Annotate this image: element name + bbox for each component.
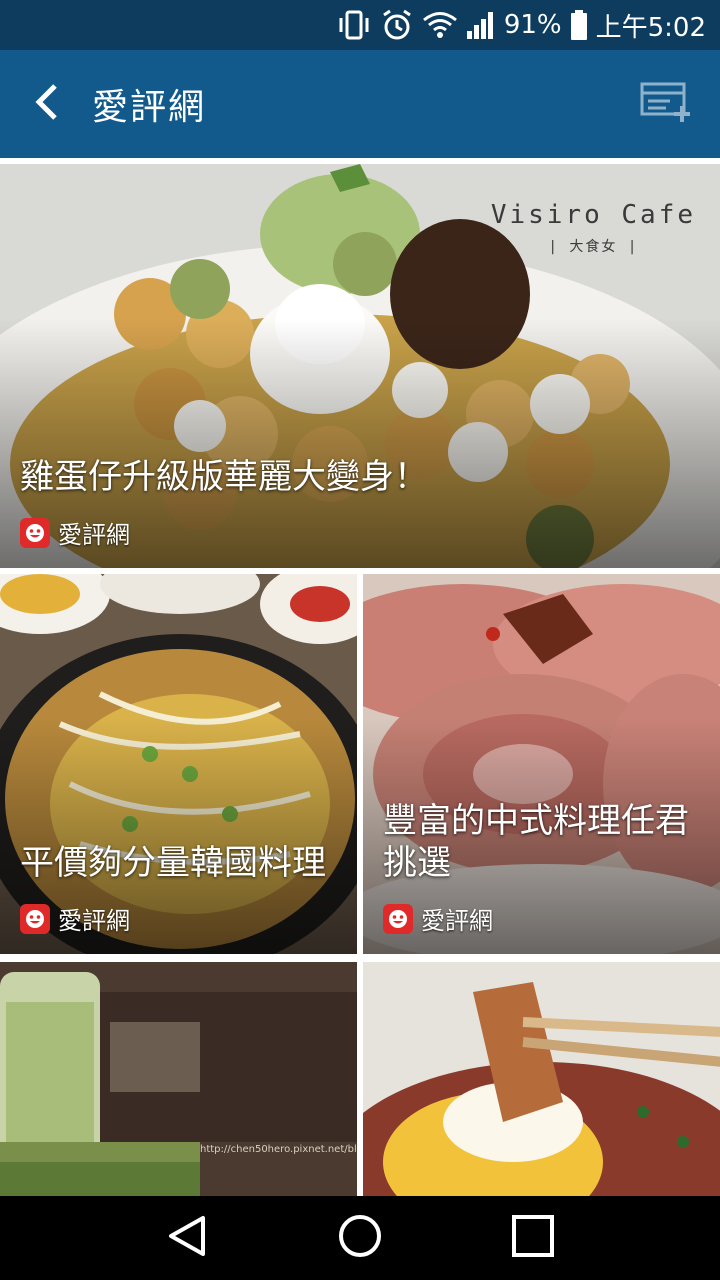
image-watermark: Visiro Cafe | 大食女 | xyxy=(490,200,696,255)
source-name: 愛評網 xyxy=(421,907,493,935)
svg-text:http://chen50hero.pixnet.net/b: http://chen50hero.pixnet.net/blog xyxy=(200,1144,357,1155)
source-name: 愛評網 xyxy=(58,521,130,549)
alarm-icon xyxy=(380,9,414,41)
system-nav-bar xyxy=(0,1196,720,1280)
back-button[interactable] xyxy=(0,50,92,158)
recents-square-icon xyxy=(511,1214,555,1262)
back-arrow-icon xyxy=(31,82,61,126)
article-source: 愛評網 xyxy=(20,901,130,936)
article-feed: Visiro Cafe | 大食女 | 雞蛋仔升級版華麗大變身！ 愛評網 平價夠… xyxy=(0,158,720,1196)
article-card-chinese[interactable]: 豐富的中式料理任君挑選 愛評網 xyxy=(363,574,720,954)
back-triangle-icon xyxy=(165,1214,209,1262)
status-bar: 91% 上午5:02 xyxy=(0,0,720,50)
article-title: 豐富的中式料理任君挑選 xyxy=(383,801,689,883)
article-card-korean[interactable]: 平價夠分量韓國料理 愛評網 xyxy=(0,574,357,954)
article-title: 平價夠分量韓國料理 xyxy=(20,843,326,883)
add-to-list-button[interactable] xyxy=(640,82,692,126)
app-bar: 愛評網 xyxy=(0,50,720,158)
article-source: 愛評網 xyxy=(383,901,493,936)
article-source: 愛評網 xyxy=(20,515,130,550)
article-card-waffle[interactable]: Visiro Cafe | 大食女 | 雞蛋仔升級版華麗大變身！ 愛評網 xyxy=(0,164,720,568)
page-title: 愛評網 xyxy=(92,87,207,128)
nav-back-button[interactable] xyxy=(147,1196,227,1280)
vibrate-icon xyxy=(336,10,372,40)
battery-percent: 91% xyxy=(503,10,562,40)
clock: 上午5:02 xyxy=(595,12,706,43)
signal-icon xyxy=(466,11,496,39)
article-card-beef[interactable] xyxy=(363,962,720,1196)
wifi-icon xyxy=(422,11,458,39)
add-to-list-icon xyxy=(640,80,692,128)
source-name: 愛評網 xyxy=(58,907,130,935)
article-card-matcha[interactable]: http://chen50hero.pixnet.net/blog xyxy=(0,962,357,1196)
article-image xyxy=(363,962,720,1196)
source-logo-icon xyxy=(20,903,50,934)
nav-home-button[interactable] xyxy=(320,1196,400,1280)
source-logo-icon xyxy=(20,517,50,548)
nav-recents-button[interactable] xyxy=(493,1196,573,1280)
source-logo-icon xyxy=(383,903,413,934)
article-image: http://chen50hero.pixnet.net/blog xyxy=(0,962,357,1196)
article-title: 雞蛋仔升級版華麗大變身！ xyxy=(20,457,428,497)
battery-icon xyxy=(570,10,588,40)
home-circle-icon xyxy=(337,1213,383,1263)
